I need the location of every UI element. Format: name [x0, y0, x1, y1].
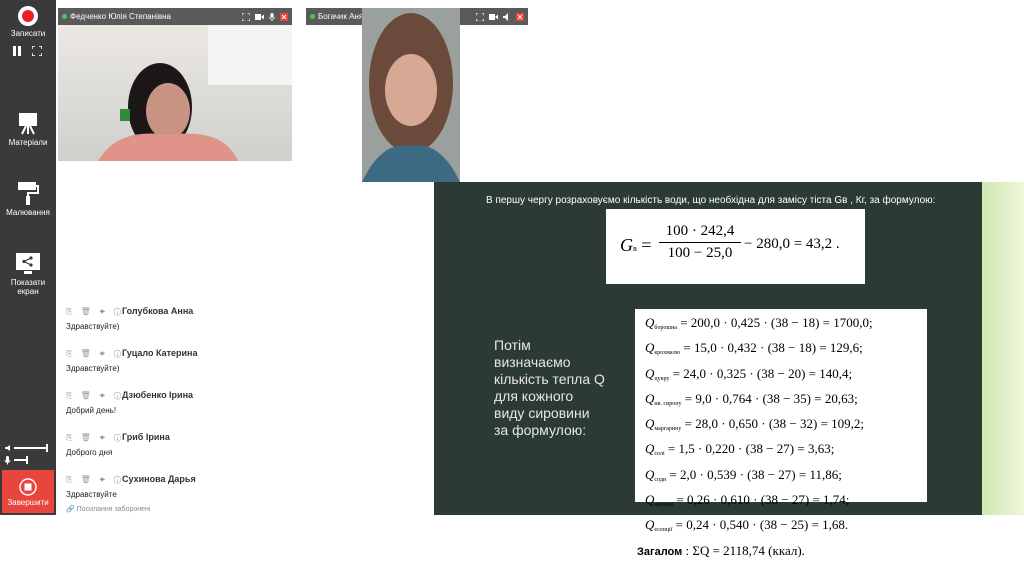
- message-actions-icon[interactable]: ⎘ 🗑 ✦ ⓘ: [66, 433, 124, 443]
- speaker-icon[interactable]: [503, 12, 511, 21]
- chat-author: Гуцало Катерина: [122, 348, 198, 358]
- stop-icon: [19, 478, 37, 496]
- q-row: Qцукру = 24,0 · 0,325 · (38 − 20) = 140,…: [645, 365, 853, 382]
- fullscreen-button[interactable]: [31, 43, 43, 61]
- easel-icon: [19, 113, 37, 135]
- drawing-label: Малювання: [6, 208, 50, 217]
- message-actions-icon[interactable]: ⎘ 🗑 ✦ ⓘ: [66, 307, 124, 317]
- materials-label: Матеріали: [8, 138, 48, 147]
- message-actions-icon[interactable]: ⎘ 🗑 ✦ ⓘ: [66, 475, 124, 485]
- chat-author: Голубкова Анна: [122, 306, 194, 316]
- finish-label: Завершити: [7, 498, 49, 507]
- q-row: Qесенції = 0,24 · 0,540 · (38 − 25) = 1,…: [645, 517, 849, 534]
- water-formula: Gв = 100 · 242,4 100 − 25,0 − 280,0 = 43…: [606, 209, 865, 284]
- record-icon: [18, 6, 38, 26]
- fullscreen-icon: [31, 45, 43, 57]
- close-icon[interactable]: [516, 12, 524, 21]
- finish-button[interactable]: Завершити: [2, 470, 54, 513]
- q-row: Qкрохмалю = 15,0 · 0,432 · (38 − 18) = 1…: [645, 340, 863, 357]
- camera-icon[interactable]: [489, 13, 498, 21]
- formula-result: − 280,0 = 43,2 .: [744, 236, 840, 252]
- presentation-slide: В першу чергу розраховуємо кількість вод…: [434, 182, 982, 558]
- q-row: Qмаргарину = 28,0 · 0,650 · (38 − 32) = …: [645, 416, 865, 433]
- q-row: Qсоди = 2,0 · 0,539 · (38 − 27) = 11,86;: [645, 466, 842, 483]
- q-row: Qсолі = 1,5 · 0,220 · (38 − 27) = 3,63;: [645, 441, 835, 458]
- microphone-icon: [4, 456, 11, 465]
- paint-roller-icon: [18, 182, 39, 205]
- left-toolbar: Записати Матеріали Малювання Показати ек…: [0, 0, 56, 515]
- q-total: Загалом : ΣQ = 2118,74 (ккал).: [637, 542, 805, 558]
- q-row: Qамонію = 0,26 · 0,610 · (38 − 27) = 1,7…: [645, 492, 850, 509]
- expand-icon[interactable]: [476, 12, 484, 21]
- slide-left-text: Потім визначаємо кількість тепла Q для к…: [494, 337, 605, 438]
- video-participant-name: Федченко Юлія Степанівна: [70, 12, 171, 21]
- message-actions-icon[interactable]: ⎘ 🗑 ✦ ⓘ: [66, 349, 124, 359]
- heat-formulas: Qборошна = 200,0 · 0,425 · (38 − 18) = 1…: [635, 309, 927, 558]
- webcam-image: [98, 25, 292, 161]
- chat-author: Сухинова Дарья: [122, 474, 196, 484]
- video-participant-name: Богачик Аня: [318, 12, 364, 21]
- fraction-numerator: 100 · 242,4: [659, 223, 741, 243]
- share-screen-button[interactable]: Показати екран: [0, 252, 56, 296]
- chat-text: Здравствуйте): [66, 322, 120, 331]
- q-row: Qив. сиропу = 9,0 · 0,764 · (38 − 35) = …: [645, 390, 858, 407]
- webcam-image: [362, 8, 460, 182]
- message-actions-icon[interactable]: ⎘ 🗑 ✦ ⓘ: [66, 391, 124, 401]
- chat-author: Дзюбенко Ірина: [122, 390, 194, 400]
- record-label: Записати: [10, 29, 46, 38]
- share-label-2: екран: [17, 287, 39, 296]
- online-indicator-icon: [310, 14, 315, 19]
- volume-controls: [4, 444, 52, 466]
- video-feed-student: [362, 8, 460, 182]
- q-row: Qборошна = 200,0 · 0,425 · (38 − 18) = 1…: [645, 315, 873, 331]
- close-icon[interactable]: [280, 12, 288, 21]
- speaker-icon: [5, 445, 10, 451]
- volume-slider: [14, 444, 48, 452]
- slide-edge-decoration: [982, 182, 1024, 515]
- share-label-1: Показати: [10, 278, 46, 287]
- pause-icon: [13, 46, 21, 56]
- camera-icon[interactable]: [255, 13, 264, 21]
- fraction-denominator: 100 − 25,0: [667, 245, 733, 261]
- drawing-button[interactable]: Малювання: [0, 180, 56, 217]
- slide-intro-text: В першу чергу розраховуємо кількість вод…: [486, 195, 936, 206]
- online-indicator-icon: [62, 14, 67, 19]
- chat-text: Здравствуйте: [66, 490, 117, 499]
- pause-button[interactable]: [12, 43, 22, 61]
- video-feed-teacher: [58, 25, 292, 161]
- chat-text: Здравствуйте): [66, 364, 120, 373]
- materials-button[interactable]: Матеріали: [0, 110, 56, 147]
- chat-text: Добрий день!: [66, 406, 117, 415]
- record-button[interactable]: Записати: [0, 5, 56, 38]
- chat-author: Гриб Ірина: [122, 432, 170, 442]
- chat-text: Доброго дня: [66, 448, 113, 457]
- expand-icon[interactable]: [242, 12, 250, 21]
- link-icon: 🔗: [66, 506, 77, 513]
- links-forbidden-note: 🔗 Посилання заборонені: [66, 506, 151, 513]
- screen-share-icon: [16, 253, 40, 274]
- video-header-teacher: Федченко Юлія Степанівна: [58, 8, 292, 25]
- microphone-icon[interactable]: [269, 12, 275, 21]
- mic-slider: [14, 456, 28, 464]
